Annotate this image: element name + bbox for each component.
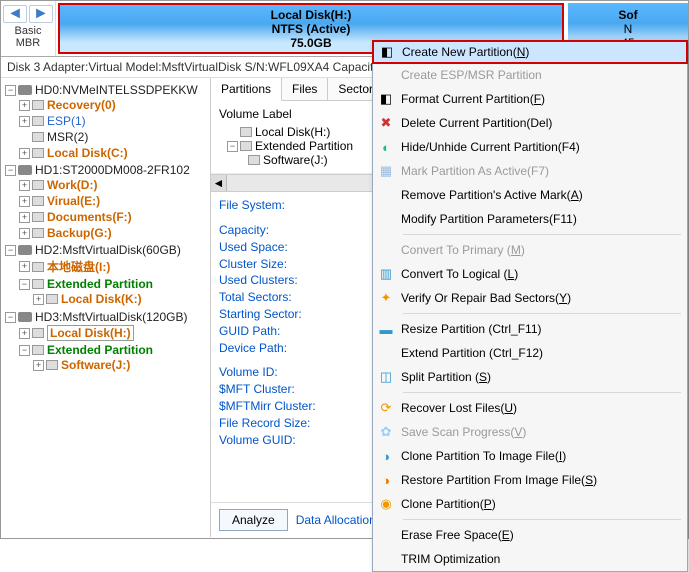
tree-disk-2[interactable]: −HD2:MsftVirtualDisk(60GB) [5,243,208,257]
tab-files[interactable]: Files [282,78,328,100]
menu-item[interactable]: ◫ Split Partition (S) [373,365,687,389]
menu-item-icon: ◑ [377,449,395,464]
tree-vol-f[interactable]: +Documents(F:) [19,210,208,224]
partition-name: Local Disk(H:) [271,8,352,22]
tree-vol-j[interactable]: +Software(J:) [33,358,208,372]
scroll-left-icon[interactable]: ◄ [211,175,227,191]
menu-item-icon: ⟳ [377,400,395,416]
menu-item[interactable]: ⟳ Recover Lost Files(U) [373,396,687,420]
data-allocation-link[interactable]: Data Allocation: [296,513,379,527]
context-menu: ◧ Create New Partition(N) Create ESP/MSR P… [372,40,688,572]
menu-item: Create ESP/MSR Partition [373,63,687,87]
nav-buttons: ◄ ► Basic MBR [1,1,56,56]
nav-back-icon[interactable]: ◄ [3,5,27,23]
menu-item-icon: ◧ [378,44,396,60]
tree-disk-3[interactable]: −HD3:MsftVirtualDisk(120GB) [5,310,208,324]
nav-label-basic: Basic [3,25,53,37]
disk-tree[interactable]: −HD0:NVMeINTELSSDPEKKW +Recovery(0) +ESP… [1,78,211,537]
menu-item-label: Verify Or Repair Bad Sectors(Y) [401,291,679,305]
tree-vol-k[interactable]: +Local Disk(K:) [33,292,208,306]
menu-item-label: Convert To Primary (M) [401,243,679,257]
menu-item-label: Erase Free Space(E) [401,528,679,542]
menu-item-icon: ◐ [377,140,395,155]
tree-vol-recovery[interactable]: +Recovery(0) [19,98,208,112]
menu-item-icon: ✦ [377,290,395,306]
tree-vol-msr[interactable]: MSR(2) [19,130,208,144]
menu-item-label: Create ESP/MSR Partition [401,68,679,82]
menu-item-label: Extend Partition (Ctrl_F12) [401,346,679,360]
nav-label-mbr: MBR [3,37,53,49]
menu-item-icon: ▥ [377,266,395,282]
tree-vol-d[interactable]: +Work(D:) [19,178,208,192]
menu-item-label: Clone Partition(P) [401,497,679,511]
menu-item[interactable]: ◉ Clone Partition(P) [373,492,687,516]
menu-item-label: Clone Partition To Image File(I) [401,449,679,463]
menu-item-label: Resize Partition (Ctrl_F11) [401,322,679,336]
menu-item[interactable]: ✦ Verify Or Repair Bad Sectors(Y) [373,286,687,310]
menu-item-icon: ◧ [377,91,395,107]
menu-item-icon: ✿ [377,424,395,440]
menu-item-label: Modify Partition Parameters(F11) [401,212,679,226]
menu-item: ✿ Save Scan Progress(V) [373,420,687,444]
menu-item[interactable]: ◧ Create New Partition(N) [372,40,688,64]
nav-forward-icon[interactable]: ► [29,5,53,23]
menu-item[interactable]: ◑ Clone Partition To Image File(I) [373,444,687,468]
disk-icon [18,85,32,95]
menu-item-label: Save Scan Progress(V) [401,425,679,439]
volume-icon [32,100,44,110]
partition-size: 75.0GB [290,36,331,50]
menu-item[interactable]: ◧ Format Current Partition(F) [373,87,687,111]
menu-item[interactable]: Erase Free Space(E) [373,523,687,547]
menu-item[interactable]: ✖ Delete Current Partition(Del) [373,111,687,135]
menu-item[interactable]: ◐ Hide/Unhide Current Partition(F4) [373,135,687,159]
menu-item-label: Hide/Unhide Current Partition(F4) [401,140,679,154]
tree-vol-g[interactable]: +Backup(G:) [19,226,208,240]
menu-item[interactable]: TRIM Optimization [373,547,687,571]
tree-vol-i[interactable]: +本地磁盘(I:) [19,258,208,275]
tree-ext-3[interactable]: −Extended Partition [19,343,208,357]
menu-item-label: Restore Partition From Image File(S) [401,473,679,487]
tree-vol-esp[interactable]: +ESP(1) [19,114,208,128]
menu-item-label: TRIM Optimization [401,552,679,566]
menu-item: Convert To Primary (M) [373,238,687,262]
menu-item-icon: ▬ [377,322,395,337]
menu-item[interactable]: Remove Partition's Active Mark(A) [373,183,687,207]
tree-vol-h[interactable]: +Local Disk(H:) [19,325,208,341]
tree-ext-2[interactable]: −Extended Partition [19,277,208,291]
menu-item-label: Split Partition (S) [401,370,679,384]
partition-fs: NTFS (Active) [272,22,351,36]
menu-item[interactable]: ▥ Convert To Logical (L) [373,262,687,286]
tree-vol-e[interactable]: +Virual(E:) [19,194,208,208]
menu-item-label: Convert To Logical (L) [401,267,679,281]
menu-item-label: Mark Partition As Active(F7) [401,164,679,178]
menu-item-icon: ✖ [377,115,395,131]
menu-item-label: Delete Current Partition(Del) [401,116,679,130]
analyze-button[interactable]: Analyze [219,509,288,531]
menu-item-icon: ◑ [377,473,395,488]
menu-item[interactable]: ◑ Restore Partition From Image File(S) [373,468,687,492]
menu-item[interactable]: Extend Partition (Ctrl_F12) [373,341,687,365]
tree-vol-c[interactable]: +Local Disk(C:) [19,146,208,160]
menu-item-icon: ◫ [377,369,395,385]
menu-item-icon: ◉ [377,496,395,512]
menu-item-icon: ▦ [377,163,395,179]
partition2-name: Sof [618,8,637,22]
partition2-fs: N [624,22,633,36]
menu-item-label: Remove Partition's Active Mark(A) [401,188,679,202]
menu-item[interactable]: Modify Partition Parameters(F11) [373,207,687,231]
menu-item-label: Format Current Partition(F) [401,92,679,106]
menu-item[interactable]: ▬ Resize Partition (Ctrl_F11) [373,317,687,341]
menu-item-label: Recover Lost Files(U) [401,401,679,415]
menu-item: ▦ Mark Partition As Active(F7) [373,159,687,183]
menu-item-label: Create New Partition(N) [402,45,678,59]
tree-disk-1[interactable]: −HD1:ST2000DM008-2FR102 [5,163,208,177]
tab-partitions[interactable]: Partitions [211,78,282,101]
tree-disk-0[interactable]: −HD0:NVMeINTELSSDPEKKW [5,83,208,97]
